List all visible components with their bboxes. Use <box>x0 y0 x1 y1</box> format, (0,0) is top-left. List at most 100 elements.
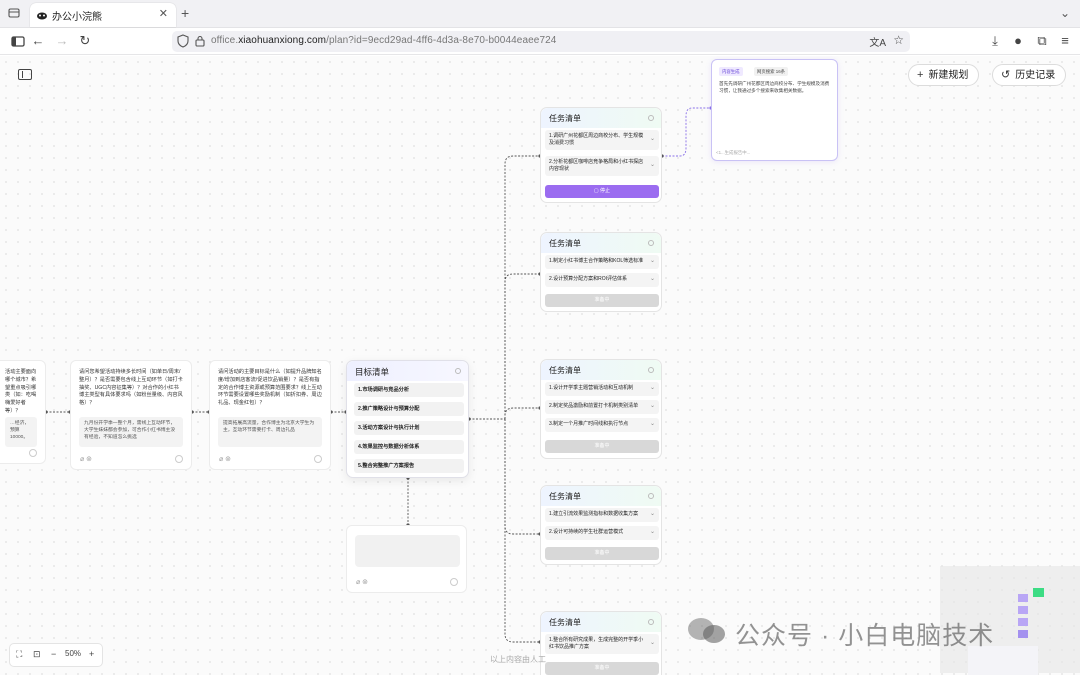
plan-canvas[interactable]: + 新建规划 ↺ 历史记录 活动主要面向哪个城市？希望重点吸引哪类（如：吃喝嗨爱… <box>0 56 1080 675</box>
task-list-card[interactable]: 任务清单 1.制定小红书博主合作策略和KOL筛选标准 ⌄ 2.设计预算分配方案和R… <box>540 232 662 312</box>
content-generation-card[interactable]: 内容生成 网页搜索 16条 首先先调研广州花都区周边商校分布、学生规模及消费习惯… <box>711 59 838 161</box>
task-list-card[interactable]: 任务清单 1.建立引流效果监测指标和数据收集方案 ⌄ 2.设计可持续的学生社群运营… <box>540 485 662 565</box>
generation-text: 首先先调研广州花都区周边商校分布、学生规模及消费习惯，让我通过多个搜索来收集相关… <box>719 81 830 93</box>
download-icon[interactable]: ⤓ <box>987 33 1003 49</box>
answer-box: 九月份开学季一整个月，需线上互动环节，大学生妹妹都会参加，可合作小红书博主没有经… <box>79 417 183 447</box>
watermark-text: 公众号 · 小白电脑技术 <box>735 622 995 650</box>
status-icon <box>648 619 654 625</box>
chevron-down-icon: ⌄ <box>649 276 655 282</box>
shield-icon[interactable] <box>177 34 189 48</box>
chevron-down-icon: ⌄ <box>649 385 655 391</box>
chevron-down-icon[interactable]: ⌄ <box>1060 6 1070 20</box>
pending-button[interactable]: 准备中 <box>545 294 659 307</box>
goal-item[interactable]: 5.整合完整推广方案报告 <box>354 459 464 473</box>
task-item[interactable]: 2.设计可持续的学生社群运营模式 ⌄ <box>545 526 659 540</box>
zoom-level: 50% <box>65 649 82 658</box>
input-card[interactable]: ⌀ ⊚ <box>346 525 467 593</box>
question-card[interactable]: 请问活动的主要目标是什么（如提升品牌知名度/增加到店客流/促进饮品销量）？是否有… <box>209 360 331 470</box>
menu-icon[interactable]: ≡ <box>1057 33 1073 49</box>
lock-icon[interactable]: ⊡ <box>33 649 41 660</box>
answer-box: 提高拓展高流量，合作博主为北京大学生为主，互动环节需要打卡、周边礼品 <box>218 417 322 447</box>
task-item[interactable]: 1.整合所有研究成果，生成完整的开学季小红书饮品推广方案 ⌄ <box>545 634 659 654</box>
task-list-title: 任务清单 <box>549 492 581 501</box>
account-icon[interactable]: ● <box>1010 33 1026 49</box>
chevron-down-icon: ⌄ <box>649 258 655 264</box>
status-icon <box>648 240 654 246</box>
new-tab-icon[interactable]: + <box>181 5 189 21</box>
status-icon <box>648 367 654 373</box>
status-icon <box>648 493 654 499</box>
browser-tab[interactable]: 办公小浣熊 ✕ <box>30 3 176 27</box>
send-icon[interactable] <box>450 578 458 586</box>
bookmark-star-icon[interactable]: ☆ <box>893 33 904 47</box>
zoom-controls: ⛶ ⊡ − 50% + <box>9 643 103 667</box>
translate-icon[interactable]: 文A <box>869 34 886 49</box>
question-text: 活动主要面向哪个城市？希望重点吸引哪类（如：吃喝嗨爱好者等）？ <box>5 369 37 414</box>
task-list-card[interactable]: 任务清单 1.设计开学季主题营销活动和互动机制 ⌄ 2.制定奖品激励和前置打卡机制… <box>540 359 662 459</box>
goal-item[interactable]: 1.市场调研与竞品分析 <box>354 383 464 397</box>
task-item[interactable]: 3.制定一个月推广时间线和执行节点 ⌄ <box>545 418 659 432</box>
status-icon <box>455 368 461 374</box>
status-icon <box>648 115 654 121</box>
chevron-down-icon: ⌄ <box>649 421 655 427</box>
zoom-out-button[interactable]: − <box>51 649 56 659</box>
fit-view-icon[interactable]: ⛶ <box>16 649 22 660</box>
question-card[interactable]: 请问您希望活动持续多长时间（如单日/周末/整月）？是否需要包含线上互动环节（如打… <box>70 360 192 470</box>
task-list-card[interactable]: 任务清单 1.整合所有研究成果，生成完整的开学季小红书饮品推广方案 ⌄ 准备中 <box>540 611 662 675</box>
extensions-icon[interactable]: ⧉ <box>1034 33 1050 49</box>
attachment-icon[interactable]: ⌀ ⊚ <box>356 578 368 586</box>
close-tab-icon[interactable]: ✕ <box>159 7 168 20</box>
stop-button[interactable]: ▢ 停止 <box>545 185 659 198</box>
task-item[interactable]: 1.调研广州花都区周边商校分布、学生规模及消费习惯 ⌄ <box>545 130 659 150</box>
browser-tab-bar: 办公小浣熊 ✕ + ⌄ <box>0 0 1080 28</box>
task-list-title: 任务清单 <box>549 366 581 375</box>
send-icon[interactable] <box>314 455 322 463</box>
forward-icon[interactable]: → <box>54 33 70 49</box>
question-text: 请问您希望活动持续多长时间（如单日/周末/整月）？是否需要包含线上互动环节（如打… <box>79 369 183 407</box>
zoom-in-button[interactable]: + <box>89 649 94 659</box>
task-list-title: 任务清单 <box>549 618 581 627</box>
address-bar[interactable]: office.xiaohuanxiong.com/plan?id=9ecd29a… <box>172 31 910 52</box>
send-icon[interactable] <box>29 449 37 457</box>
chevron-down-icon: ⌄ <box>649 162 655 168</box>
task-item[interactable]: 1.建立引流效果监测指标和数据收集方案 ⌄ <box>545 508 659 522</box>
question-text: 请问活动的主要目标是什么（如提升品牌知名度/增加到店客流/促进饮品销量）？是否有… <box>218 369 322 407</box>
goal-item[interactable]: 2.推广策略设计与预算分配 <box>354 402 464 416</box>
pending-button[interactable]: 准备中 <box>545 440 659 453</box>
back-icon[interactable]: ← <box>30 33 46 49</box>
wechat-icon <box>688 618 725 643</box>
web-search-tag[interactable]: 网页搜索 16条 <box>754 67 789 76</box>
goal-list-card[interactable]: 目标清单 1.市场调研与竞品分析 2.推广策略设计与预算分配 3.活动方案设计与… <box>346 360 469 478</box>
answer-box: …经济，预算10000。 <box>5 417 37 447</box>
chevron-down-icon: ⌄ <box>649 511 655 517</box>
task-item[interactable]: 1.设计开学季主题营销活动和互动机制 ⌄ <box>545 382 659 396</box>
bottom-note: 以上内容由人工 <box>490 655 546 664</box>
task-list-card[interactable]: 任务清单 1.调研广州花都区周边商校分布、学生规模及消费习惯 ⌄ 2.分析花都区咖… <box>540 107 662 203</box>
input-box[interactable] <box>355 535 460 567</box>
generation-status: <1...生成报告中... <box>716 150 751 155</box>
lock-icon[interactable] <box>195 35 205 47</box>
pending-button[interactable]: 准备中 <box>545 547 659 560</box>
sidebar-icon[interactable] <box>10 33 26 49</box>
pending-button[interactable]: 准备中 <box>545 662 659 675</box>
tab-title: 办公小浣熊 <box>52 12 102 23</box>
reload-icon[interactable]: ↻ <box>77 33 93 49</box>
goal-item[interactable]: 4.效果监控与数据分析体系 <box>354 440 464 454</box>
goal-item[interactable]: 3.活动方案设计与执行计划 <box>354 421 464 435</box>
raccoon-favicon-icon <box>37 12 47 20</box>
attachment-icon[interactable]: ⌀ ⊚ <box>219 455 231 463</box>
attachment-icon[interactable]: ⌀ ⊚ <box>80 455 92 463</box>
send-icon[interactable] <box>175 455 183 463</box>
question-card[interactable]: 活动主要面向哪个城市？希望重点吸引哪类（如：吃喝嗨爱好者等）？ …经济，预算10… <box>0 360 46 464</box>
goal-list-title: 目标清单 <box>355 367 390 377</box>
url-text: office.xiaohuanxiong.com/plan?id=9ecd29a… <box>211 35 557 46</box>
chevron-down-icon: ⌄ <box>649 529 655 535</box>
task-item[interactable]: 2.分析花都区咖啡店竞争格局和小红书探店内容现状 ⌄ <box>545 156 659 176</box>
content-generation-tag: 内容生成 <box>719 67 743 76</box>
task-item[interactable]: 2.设计预算分配方案和ROI评估体系 ⌄ <box>545 273 659 287</box>
task-item[interactable]: 1.制定小红书博主合作策略和KOL筛选标准 ⌄ <box>545 255 659 269</box>
tab-list-icon[interactable] <box>8 7 20 19</box>
task-list-title: 任务清单 <box>549 114 581 123</box>
task-item[interactable]: 2.制定奖品激励和前置打卡机制类别清单 ⌄ <box>545 400 659 414</box>
chevron-down-icon: ⌄ <box>649 136 655 142</box>
